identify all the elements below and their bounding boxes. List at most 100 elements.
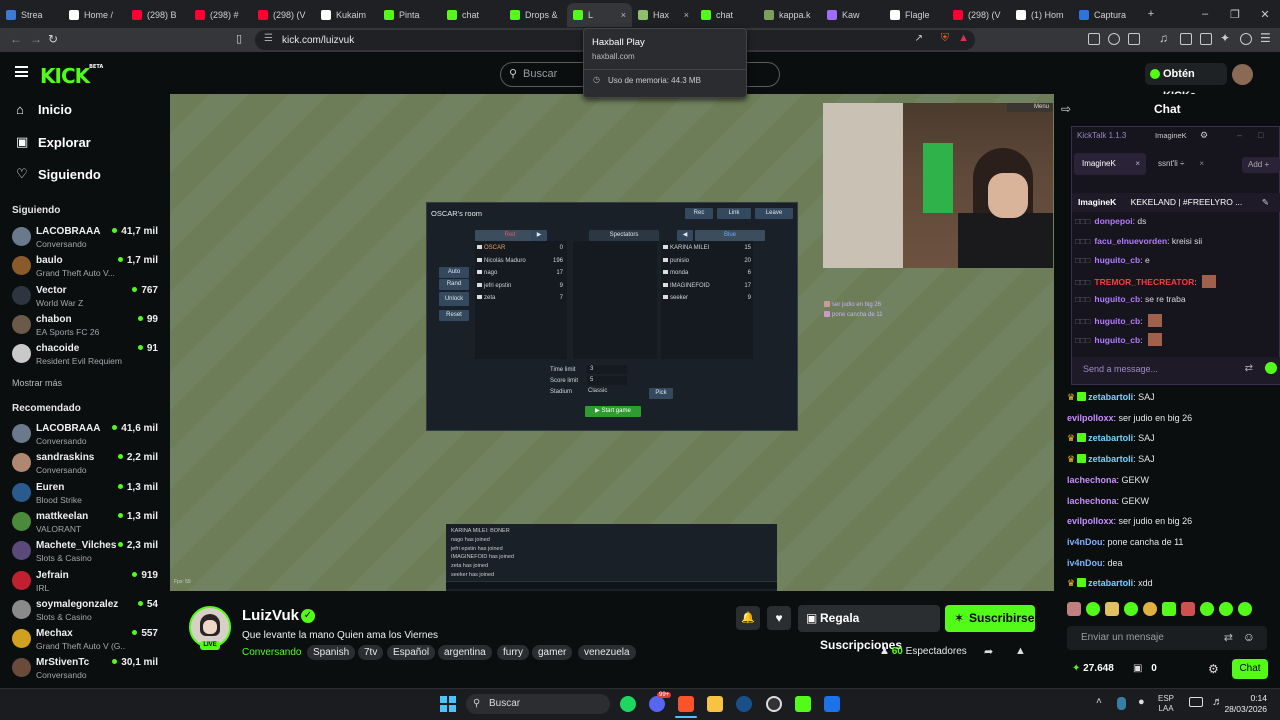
- kicktalk-username[interactable]: huguito_cb: [1094, 294, 1140, 304]
- chat-send-button[interactable]: Chat: [1232, 659, 1268, 679]
- report-icon[interactable]: ▲: [1015, 645, 1026, 657]
- move-right-button[interactable]: ▶: [531, 230, 547, 241]
- back-icon[interactable]: ←: [10, 32, 22, 46]
- sidebar-icon[interactable]: [1180, 33, 1192, 45]
- mod-actions-icon[interactable]: □□□: [1075, 255, 1090, 265]
- brave-icon[interactable]: [678, 696, 694, 712]
- emote-icon[interactable]: [1162, 602, 1176, 616]
- bookmark-icon[interactable]: ▯: [236, 32, 242, 45]
- link-button[interactable]: Link: [717, 208, 751, 219]
- player-row[interactable]: jefri epstin 9: [477, 280, 563, 293]
- tag-chip[interactable]: Español: [387, 645, 436, 660]
- mod-actions-icon[interactable]: □□□: [1075, 335, 1090, 345]
- share-icon[interactable]: ➦: [984, 645, 993, 658]
- new-tab-icon[interactable]: +: [1136, 8, 1166, 20]
- channel-item[interactable]: Euren Blood Strike 1,3 mil: [12, 479, 162, 507]
- tray-expand-icon[interactable]: ˄: [1096, 696, 1102, 707]
- minimize-icon[interactable]: –: [1237, 130, 1242, 140]
- follow-heart-icon[interactable]: ♥: [767, 606, 791, 630]
- browser-tab[interactable]: chat: [441, 3, 504, 27]
- browser-tab[interactable]: chat: [695, 3, 758, 27]
- browser-tab[interactable]: Hax ×: [632, 3, 695, 27]
- browser-tab[interactable]: Home /: [63, 3, 126, 27]
- stadium-value[interactable]: Classic: [587, 387, 637, 396]
- obs-icon[interactable]: [766, 696, 782, 712]
- emote-icon[interactable]: [1219, 602, 1233, 616]
- haxball-menu[interactable]: Menu: [1007, 103, 1053, 112]
- mod-actions-icon[interactable]: □□□: [1075, 294, 1090, 304]
- minimize-window-icon[interactable]: –: [1190, 8, 1220, 20]
- emote-icon[interactable]: [1200, 602, 1214, 616]
- rec-button[interactable]: Rec: [685, 208, 713, 219]
- share-icon[interactable]: ↗: [915, 33, 923, 44]
- tag-chip[interactable]: Spanish: [307, 645, 356, 660]
- stream-category[interactable]: Conversando: [242, 647, 301, 658]
- close-tab-icon[interactable]: ×: [684, 10, 689, 20]
- emote-icon[interactable]: [1086, 602, 1100, 616]
- browser-tab[interactable]: Drops &: [504, 3, 567, 27]
- emote-icon[interactable]: [1105, 602, 1119, 616]
- subscribe-button[interactable]: ✶ Suscribirse: [945, 605, 1035, 632]
- browser-tab[interactable]: Strea: [0, 3, 63, 27]
- vpn-icon[interactable]: [1240, 33, 1252, 45]
- kicktalk-username[interactable]: donpepoi: [1094, 216, 1132, 226]
- taskbar-search[interactable]: ⚲ Buscar: [466, 694, 610, 714]
- browser-tab[interactable]: kappa.k: [758, 3, 821, 27]
- channel-item[interactable]: LACOBRAAA Conversando 41,6 mil: [12, 420, 162, 448]
- channel-item[interactable]: Vector World War Z 767: [12, 282, 162, 310]
- kicktalk-account[interactable]: ImagineK: [1155, 131, 1187, 140]
- kicktalk-add-button[interactable]: Add +: [1242, 157, 1280, 173]
- player-row[interactable]: IMAGINEFOID 17: [663, 280, 751, 293]
- start-game-button[interactable]: ▶ Start game: [585, 406, 641, 417]
- channel-item[interactable]: Mechax Grand Theft Auto V (G... 557: [12, 625, 162, 653]
- mod-actions-icon[interactable]: □□□: [1075, 236, 1090, 246]
- player-row[interactable]: OSCAR 0: [477, 242, 563, 255]
- close-tab-icon[interactable]: ×: [621, 10, 626, 20]
- channel-item[interactable]: chacoide Resident Evil Requiem 91: [12, 340, 162, 368]
- gift-counter[interactable]: ▣ 0: [1133, 663, 1157, 674]
- channel-item[interactable]: sandraskins Conversando 2,2 mil: [12, 449, 162, 477]
- windows-start-icon[interactable]: [440, 696, 456, 712]
- emoji-icon[interactable]: ☺: [1243, 630, 1255, 644]
- chat-username[interactable]: iv4nDou: [1067, 558, 1103, 568]
- channel-item[interactable]: soymalegonzalez Slots & Casino 54: [12, 596, 162, 624]
- mod-actions-icon[interactable]: □□□: [1075, 216, 1090, 226]
- pin-icon[interactable]: ✎: [1262, 193, 1269, 212]
- tag-chip[interactable]: venezuela: [578, 645, 636, 660]
- steam-icon[interactable]: [736, 696, 752, 712]
- kicktalk-input[interactable]: Send a message... ⇄: [1072, 357, 1280, 384]
- chat-username[interactable]: evilpolloxx: [1067, 413, 1114, 423]
- wallet-icon[interactable]: [1200, 33, 1212, 45]
- tag-chip[interactable]: argentina: [438, 645, 492, 660]
- browser-tab[interactable]: (298) #: [189, 3, 252, 27]
- browser-tab[interactable]: L ×: [567, 3, 632, 27]
- browser-tab[interactable]: (298) B: [126, 3, 189, 27]
- screenshot-icon[interactable]: [1128, 33, 1140, 45]
- browser-tab[interactable]: Pinta: [378, 3, 441, 27]
- brave-shield-icon[interactable]: ⛨: [941, 32, 949, 45]
- file-explorer-icon[interactable]: [707, 696, 723, 712]
- microphone-icon[interactable]: ●: [1138, 696, 1145, 708]
- kick-logo[interactable]: KICKBETA: [40, 64, 103, 88]
- browser-tab[interactable]: (1) Hom: [1010, 3, 1073, 27]
- chat-username[interactable]: evilpolloxx: [1067, 516, 1114, 526]
- chat-username[interactable]: lachechona: [1067, 475, 1117, 485]
- mod-actions-icon[interactable]: □□□: [1075, 277, 1090, 287]
- player-row[interactable]: seeker 9: [663, 292, 751, 305]
- browser-tab[interactable]: (298) (V: [947, 3, 1010, 27]
- browser-tab[interactable]: Kaw: [821, 3, 884, 27]
- browser-tab[interactable]: Kukaim: [315, 3, 378, 27]
- channel-item[interactable]: chabon EA Sports FC 26 99: [12, 311, 162, 339]
- puzzle-icon[interactable]: [1108, 33, 1120, 45]
- brave-rewards-icon[interactable]: ▲: [958, 32, 969, 44]
- kicktalk-tab-2[interactable]: ssnt'li ÷ ×: [1152, 153, 1212, 175]
- translate-icon[interactable]: ⇄: [1245, 363, 1253, 374]
- chat-username[interactable]: lachechona: [1067, 496, 1117, 506]
- kicktalk-username[interactable]: huguito_cb: [1094, 255, 1140, 265]
- channel-item[interactable]: LACOBRAAA Conversando 41,7 mil: [12, 223, 162, 251]
- kicktalk-username[interactable]: TREMOR_THECREATOR: [1094, 277, 1194, 287]
- emote-bar[interactable]: [1067, 602, 1275, 618]
- emote-icon[interactable]: [1181, 602, 1195, 616]
- tray-app-icon[interactable]: [1117, 697, 1126, 710]
- hamburger-icon[interactable]: [15, 66, 28, 77]
